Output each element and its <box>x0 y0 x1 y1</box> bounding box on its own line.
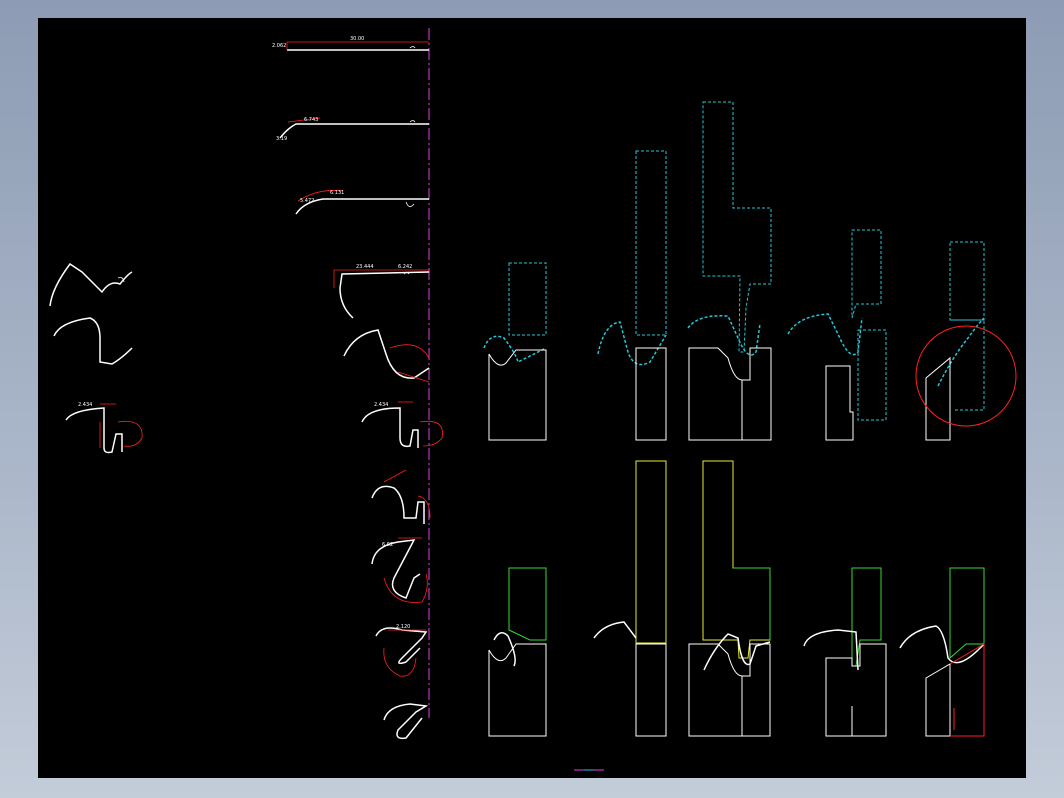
station-upper-2 <box>597 150 667 441</box>
station-upper-1 <box>483 262 547 441</box>
station-upper-3 <box>687 101 772 441</box>
station-lower-3 <box>688 460 771 737</box>
dim-label: 30.00 <box>350 36 364 42</box>
dim-label: 6.62 <box>382 542 393 548</box>
profile-step-5 <box>343 329 430 383</box>
station-lower-1 <box>488 567 547 737</box>
dim-label: 23.444 <box>356 264 374 270</box>
drawing-canvas: 2.062 30.00 6.743 3.19 5.472 6.131 23.44… <box>49 28 1017 771</box>
profile-step-1 <box>286 41 429 51</box>
profile-step-9 <box>375 627 428 677</box>
station-lower-4 <box>803 567 887 737</box>
station-lower-2 <box>593 460 667 737</box>
dim-label: 6.242 <box>398 264 412 270</box>
dim-label: 2.062 <box>272 43 286 49</box>
profile-step-2 <box>279 117 429 139</box>
station-upper-4 <box>787 229 887 441</box>
cad-viewport[interactable]: 2.062 30.00 6.743 3.19 5.472 6.131 23.44… <box>38 18 1026 778</box>
side-profile-3 <box>65 403 143 454</box>
profile-step-8 <box>371 537 428 603</box>
dim-label: 6.743 <box>304 117 318 123</box>
profile-step-4 <box>333 269 430 319</box>
dim-label: 2.434 <box>78 402 92 408</box>
profile-step-10 <box>383 703 429 740</box>
dim-label: 2.120 <box>396 624 410 630</box>
dim-label: 3.19 <box>276 136 287 142</box>
profile-step-7 <box>371 469 431 524</box>
station-upper-5 <box>915 241 1017 441</box>
dim-label: 2.434 <box>374 402 388 408</box>
profile-step-6 <box>361 401 443 448</box>
station-lower-5 <box>899 567 985 737</box>
side-profile-1 <box>49 262 133 307</box>
dim-label: 5.472 <box>300 198 314 204</box>
side-profile-2 <box>53 317 133 365</box>
dim-label: 6.131 <box>330 190 344 196</box>
profile-step-3 <box>295 190 429 215</box>
